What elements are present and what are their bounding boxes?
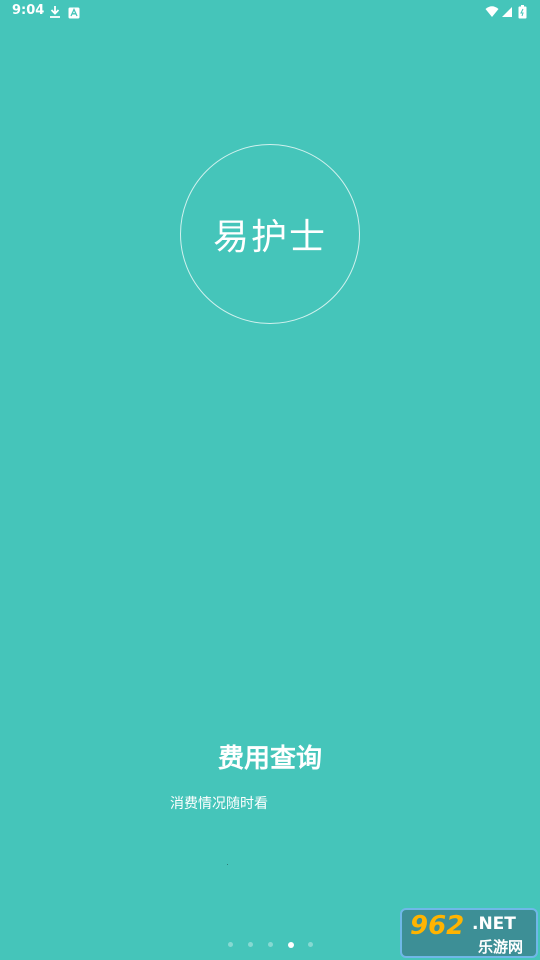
page-dot-4-active[interactable] [288, 941, 294, 948]
page-dot-1[interactable] [228, 942, 233, 947]
battery-icon [518, 4, 532, 19]
speck [227, 864, 228, 865]
page-dot-2[interactable] [248, 942, 253, 947]
watermark-number: 962 [410, 911, 465, 941]
watermark-sub: 乐游网 [478, 938, 524, 956]
status-bar: 9:04 [0, 0, 540, 24]
page-indicator [224, 940, 320, 950]
feature-description: 消费情况随时看 [170, 796, 268, 812]
wifi-icon [485, 4, 499, 18]
app-logo-text: 易护士 [212, 217, 327, 258]
page-dot-3[interactable] [268, 942, 273, 947]
watermark-logo: 962 .NET 乐游网 [400, 908, 538, 958]
feature-title: 费用查询 [217, 744, 322, 774]
page-dot-5[interactable] [308, 942, 313, 947]
status-time: 9:04 [12, 3, 45, 18]
signal-icon [501, 4, 515, 18]
a-badge-icon [68, 4, 82, 19]
watermark-suffix: .NET [472, 914, 516, 934]
download-icon [48, 4, 62, 18]
